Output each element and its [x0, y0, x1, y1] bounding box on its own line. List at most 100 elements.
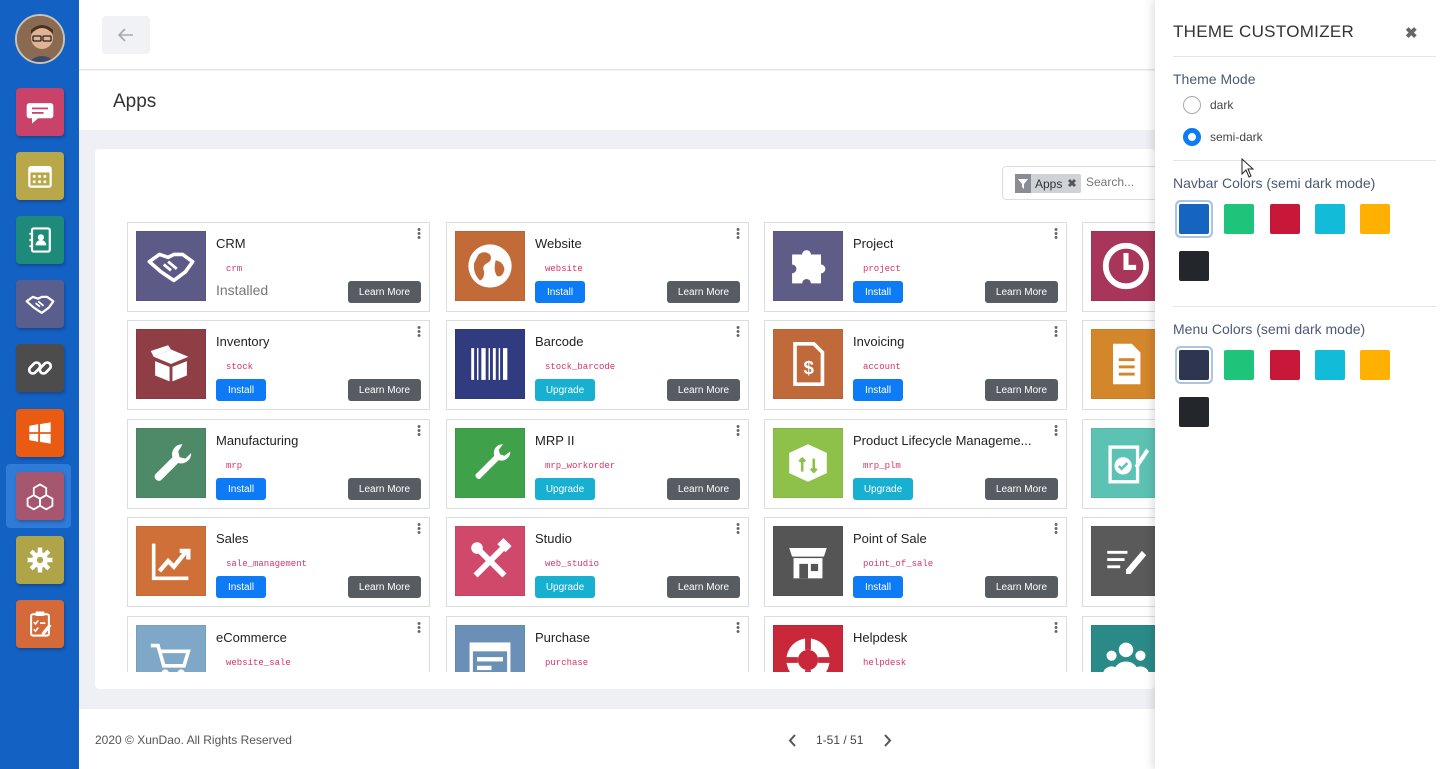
learn-more-button[interactable]: Learn More	[667, 478, 740, 500]
install-button[interactable]: Install	[853, 281, 903, 303]
app-tile[interactable]	[455, 231, 525, 301]
app-tile[interactable]	[773, 428, 843, 498]
menu-color-swatch[interactable]	[1360, 350, 1390, 380]
sidebar-item-windows[interactable]	[16, 409, 64, 457]
app-tile[interactable]	[455, 329, 525, 399]
navbar-color-swatch[interactable]	[1224, 204, 1254, 234]
navbar-color-swatch[interactable]	[1315, 204, 1345, 234]
app-card[interactable]: Helpdeskhelpdesk•••InstallLearn More	[764, 616, 1067, 672]
app-tile[interactable]	[1091, 231, 1155, 301]
app-card[interactable]: Sales sale_management • • • Install Learn More	[127, 517, 430, 607]
menu-color-swatch[interactable]	[1179, 397, 1209, 427]
learn-more-button[interactable]: Learn More	[985, 281, 1058, 303]
app-card[interactable]: Qualityquality_control•••InstallLearn Mo…	[1082, 419, 1155, 509]
learn-more-button[interactable]: Learn More	[985, 576, 1058, 598]
sidebar-item-crm[interactable]	[16, 280, 64, 328]
install-button[interactable]: Install	[216, 576, 266, 598]
search-input[interactable]	[1086, 175, 1166, 189]
app-card[interactable]: MRP II mrp_workorder • • • Upgrade Learn More	[446, 419, 749, 509]
install-button[interactable]: Install	[535, 281, 585, 303]
app-tile[interactable]	[455, 526, 525, 596]
app-tile[interactable]	[773, 625, 843, 672]
learn-more-button[interactable]: Learn More	[348, 478, 421, 500]
app-tile[interactable]	[1091, 526, 1155, 596]
app-tile[interactable]	[1091, 428, 1155, 498]
learn-more-button[interactable]: Learn More	[985, 478, 1058, 500]
learn-more-button[interactable]: Learn More	[667, 576, 740, 598]
kebab-menu-icon[interactable]: • • •	[417, 520, 421, 539]
kebab-menu-icon[interactable]: • • •	[736, 422, 740, 441]
sidebar-item-calendar[interactable]	[16, 152, 64, 200]
sidebar-item-discuss[interactable]	[16, 88, 64, 136]
app-tile[interactable]	[1091, 625, 1155, 672]
app-card[interactable]: Documentsdocuments•••InstallLearn More	[1082, 320, 1155, 410]
app-card[interactable]: eCommercewebsite_sale•••InstallLearn Mor…	[127, 616, 430, 672]
learn-more-button[interactable]: Learn More	[348, 576, 421, 598]
back-button[interactable]	[102, 16, 150, 54]
app-card[interactable]: Product Lifecycle Manageme... mrp_plm • • • U…	[764, 419, 1067, 509]
app-card[interactable]: Point of Sale point_of_sale • • • Install Lear…	[764, 517, 1067, 607]
kebab-menu-icon[interactable]: • • •	[736, 619, 740, 638]
kebab-menu-icon[interactable]: • • •	[1054, 520, 1058, 539]
app-card[interactable]: Timesheetshr_timesheet•••InstallLearn Mo…	[1082, 222, 1155, 312]
upgrade-button[interactable]: Upgrade	[535, 478, 595, 500]
kebab-menu-icon[interactable]: • • •	[1054, 619, 1058, 638]
app-card[interactable]: $ Invoicing account • • • Install Learn More	[764, 320, 1067, 410]
radio-button-selected[interactable]	[1183, 128, 1201, 146]
kebab-menu-icon[interactable]: • • •	[736, 520, 740, 539]
install-button[interactable]: Install	[853, 576, 903, 598]
app-card[interactable]: Inventory stock • • • Install Learn More	[127, 320, 430, 410]
navbar-color-swatch[interactable]	[1179, 251, 1209, 281]
kebab-menu-icon[interactable]: • • •	[736, 323, 740, 342]
kebab-menu-icon[interactable]: • • •	[1054, 422, 1058, 441]
app-tile[interactable]: $	[773, 329, 843, 399]
search-facet[interactable]: Apps ✖	[1015, 174, 1081, 193]
app-tile[interactable]	[136, 625, 206, 672]
avatar[interactable]	[15, 14, 65, 64]
pager-value[interactable]: 1-51 / 51	[816, 733, 863, 747]
app-card[interactable]: Employeeshr•••InstallLearn More	[1082, 616, 1155, 672]
install-button[interactable]: Install	[216, 379, 266, 401]
app-tile[interactable]	[136, 526, 206, 596]
upgrade-button[interactable]: Upgrade	[853, 478, 913, 500]
menu-color-swatch[interactable]	[1179, 350, 1209, 380]
sidebar-item-apps[interactable]	[16, 472, 64, 520]
radio-semi-dark[interactable]: semi-dark	[1183, 128, 1263, 146]
learn-more-button[interactable]: Learn More	[985, 379, 1058, 401]
radio-button[interactable]	[1183, 96, 1201, 114]
navbar-color-swatch[interactable]	[1270, 204, 1300, 234]
search-box[interactable]: Apps ✖	[1002, 166, 1172, 200]
app-tile[interactable]	[136, 428, 206, 498]
kebab-menu-icon[interactable]: • • •	[417, 225, 421, 244]
app-card[interactable]: Website website • • • Install Learn More	[446, 222, 749, 312]
kebab-menu-icon[interactable]: • • •	[1054, 225, 1058, 244]
menu-color-swatch[interactable]	[1270, 350, 1300, 380]
app-card[interactable]: CRM crm • • • Installed Learn More	[127, 222, 430, 312]
app-tile[interactable]	[455, 625, 525, 672]
kebab-menu-icon[interactable]: • • •	[417, 323, 421, 342]
menu-color-swatch[interactable]	[1315, 350, 1345, 380]
app-tile[interactable]	[773, 526, 843, 596]
sidebar-item-settings[interactable]	[16, 536, 64, 584]
learn-more-button[interactable]: Learn More	[348, 379, 421, 401]
kebab-menu-icon[interactable]: • • •	[1054, 323, 1058, 342]
pager-next-icon[interactable]	[877, 729, 897, 751]
sidebar-item-survey[interactable]	[16, 600, 64, 648]
upgrade-button[interactable]: Upgrade	[535, 379, 595, 401]
kebab-menu-icon[interactable]: • • •	[417, 422, 421, 441]
app-tile[interactable]	[136, 329, 206, 399]
app-tile[interactable]	[136, 231, 206, 301]
learn-more-button[interactable]: Learn More	[667, 379, 740, 401]
sidebar-item-contacts[interactable]	[16, 216, 64, 264]
app-tile[interactable]	[773, 231, 843, 301]
facet-remove-icon[interactable]: ✖	[1067, 177, 1076, 190]
app-tile[interactable]	[1091, 329, 1155, 399]
menu-color-swatch[interactable]	[1224, 350, 1254, 380]
app-card[interactable]: Project project • • • Install Learn More	[764, 222, 1067, 312]
radio-dark[interactable]: dark	[1183, 96, 1233, 114]
sidebar-item-link[interactable]	[16, 344, 64, 392]
navbar-color-swatch[interactable]	[1360, 204, 1390, 234]
app-card[interactable]: Barcode stock_barcode • • • Upgrade Learn More	[446, 320, 749, 410]
kebab-menu-icon[interactable]: • • •	[736, 225, 740, 244]
install-button[interactable]: Install	[216, 478, 266, 500]
